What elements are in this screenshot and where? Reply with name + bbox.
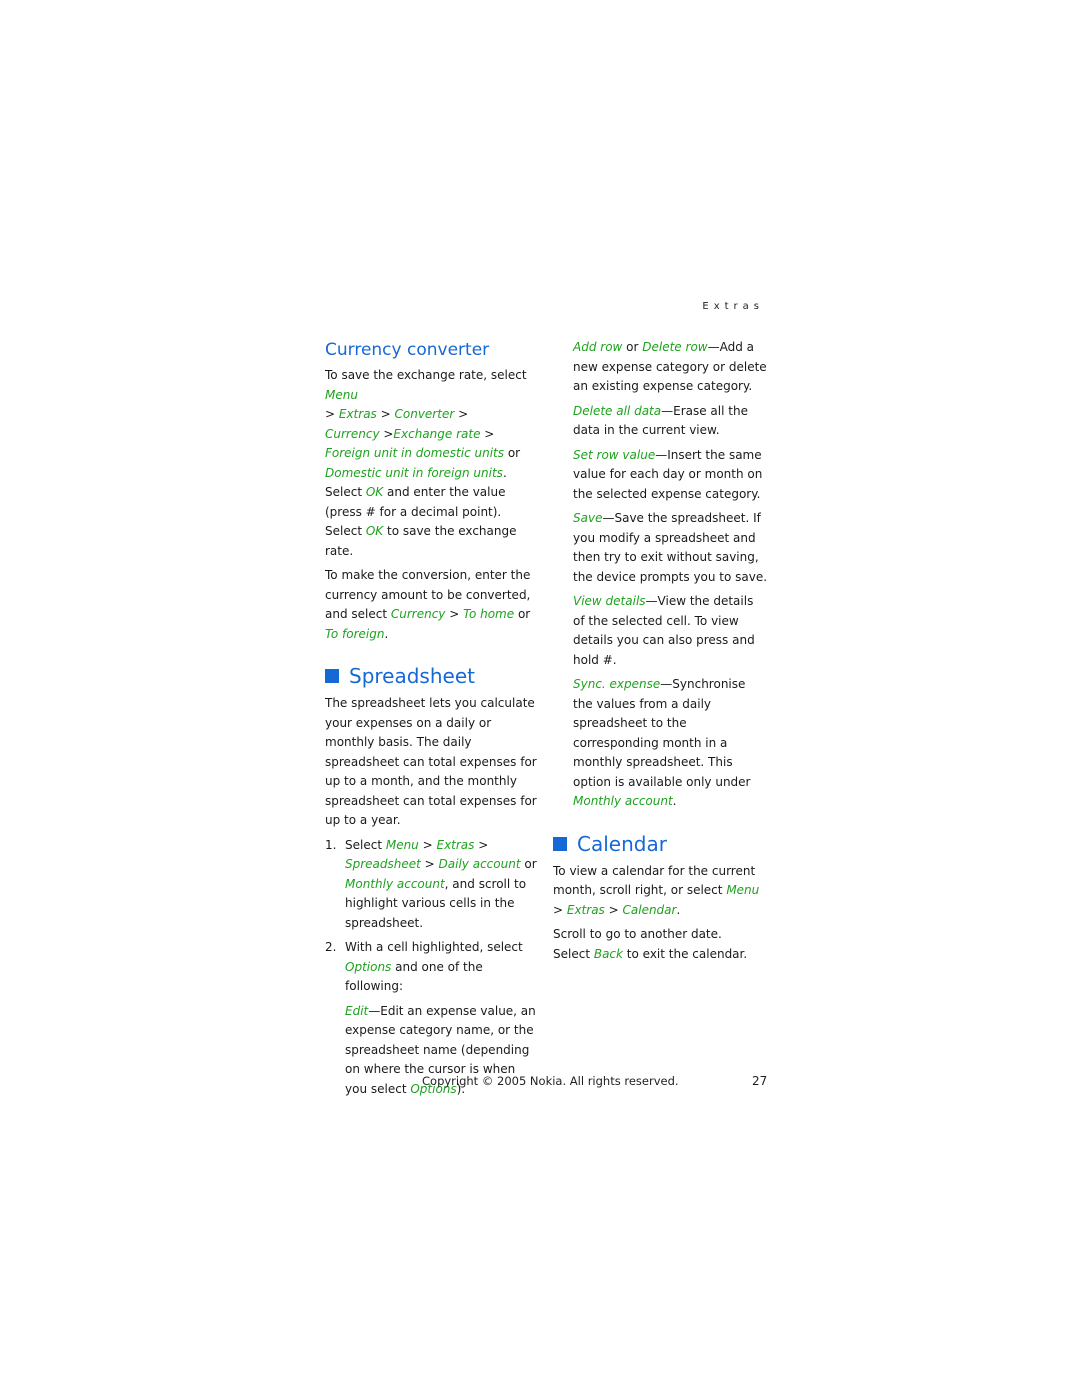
option-save: Save—Save the spreadsheet. If you modify… [573, 509, 768, 587]
option-set-row-value: Set row value—Insert the same value for … [573, 446, 768, 505]
option-list: Add row or Delete row—Add a new expense … [573, 338, 768, 812]
domestic-unit-term: Domestic unit in foreign units [325, 465, 503, 480]
text: > [480, 426, 495, 441]
running-head: Extras [702, 301, 764, 312]
section-square-icon [325, 669, 339, 683]
copyright-footer: Copyright © 2005 Nokia. All rights reser… [422, 1074, 679, 1088]
ok-term: OK [365, 485, 384, 499]
menu-term: Menu [325, 387, 358, 402]
converter-term: Converter [394, 407, 455, 421]
text: . [672, 794, 677, 808]
option-term: Set row value [573, 447, 656, 462]
option-sync-expense: Sync. expense—Synchronise the values fro… [573, 675, 768, 812]
options-term: Options [345, 959, 392, 974]
text: or [622, 340, 643, 354]
monthly-account-term: Monthly account [345, 876, 445, 891]
text: > [454, 407, 469, 421]
text: > [445, 607, 464, 621]
option-term: Add row [573, 340, 623, 354]
text: . [384, 626, 389, 641]
back-term: Back [593, 946, 623, 961]
text: > [604, 902, 623, 917]
option-desc: —Save the spreadsheet. If you modify a s… [573, 511, 768, 584]
calendar-heading: Calendar [553, 830, 768, 858]
step-number: 2. [325, 940, 337, 954]
calendar-paragraph-2: Scroll to go to another date. Select Back… [553, 925, 768, 964]
option-term: Save [573, 511, 603, 525]
text: Select [553, 946, 594, 961]
foreign-unit-term: Foreign unit in domestic units [325, 446, 504, 460]
option-desc: —Synchronise the values from a daily spr… [573, 677, 751, 789]
step-1: 1. Select Menu > Extras > Spreadsheet > D… [325, 836, 540, 934]
currency-converter-heading: Currency converter [325, 340, 490, 360]
daily-account-term: Daily account [438, 857, 521, 871]
text: Select [345, 837, 386, 852]
spreadsheet-term: Spreadsheet [345, 857, 421, 871]
spreadsheet-steps: 1. Select Menu > Extras > Spreadsheet > D… [325, 836, 540, 997]
extras-term: Extras [566, 902, 605, 917]
to-foreign-term: To foreign [325, 626, 385, 641]
manual-page: Extras Currency converter To save the ex… [0, 0, 1080, 1397]
text: Scroll to go to another date. [553, 927, 722, 941]
menu-term: Menu [385, 837, 419, 852]
text: > [420, 857, 439, 871]
text: > [376, 407, 395, 421]
spreadsheet-intro: The spreadsheet lets you calculate your … [325, 696, 537, 827]
left-column: Currency converter To save the exchange … [325, 338, 540, 1104]
text: > [325, 407, 339, 421]
text: to exit the calendar. [622, 946, 748, 961]
option-delete-all-data: Delete all data—Erase all the data in th… [573, 402, 768, 441]
step-2: 2. With a cell highlighted, select Option… [325, 938, 540, 997]
menu-term: Menu [726, 883, 760, 897]
text: or [520, 857, 537, 871]
ok-term: OK [365, 524, 384, 538]
right-column: Add row or Delete row—Add a new expense … [553, 338, 768, 969]
text: > [553, 902, 567, 917]
option-add-delete-row: Add row or Delete row—Add a new expense … [573, 338, 768, 397]
extras-term: Extras [436, 837, 475, 852]
currency-term: Currency [390, 607, 446, 621]
text: . [676, 902, 681, 917]
section-square-icon [553, 836, 567, 851]
step-number: 1. [325, 837, 337, 852]
exchange-rate-term: Exchange rate [393, 426, 481, 441]
calendar-paragraph-1: To view a calendar for the current month… [553, 862, 768, 921]
calendar-term: Calendar [622, 902, 677, 917]
option-term: View details [573, 594, 646, 608]
text: To view a calendar for the current month… [553, 863, 756, 898]
option-term: Delete row [642, 340, 708, 354]
to-home-term: To home [463, 607, 515, 621]
text: > [418, 837, 437, 852]
option-view-details: View details—View the details of the sel… [573, 592, 768, 670]
spreadsheet-heading: Spreadsheet [325, 662, 540, 690]
text: With a cell highlighted, select [345, 940, 523, 954]
monthly-account-term: Monthly account [573, 794, 673, 808]
option-term: Delete all data [573, 403, 662, 418]
text: or [504, 446, 521, 460]
page-number: 27 [752, 1074, 768, 1088]
spreadsheet-title: Spreadsheet [349, 664, 475, 688]
text: To save the exchange rate, select [325, 368, 527, 382]
text: or [514, 607, 531, 621]
text: > [474, 837, 489, 852]
currency-term: Currency [325, 426, 380, 441]
calendar-title: Calendar [577, 831, 667, 856]
currency-paragraph-2: To make the conversion, enter the curren… [325, 566, 540, 644]
extras-term: Extras [338, 407, 377, 421]
text: > [379, 426, 394, 441]
option-term: Edit [345, 1003, 369, 1018]
currency-paragraph-1: To save the exchange rate, select Menu >… [325, 366, 540, 561]
option-term: Sync. expense [573, 677, 661, 691]
